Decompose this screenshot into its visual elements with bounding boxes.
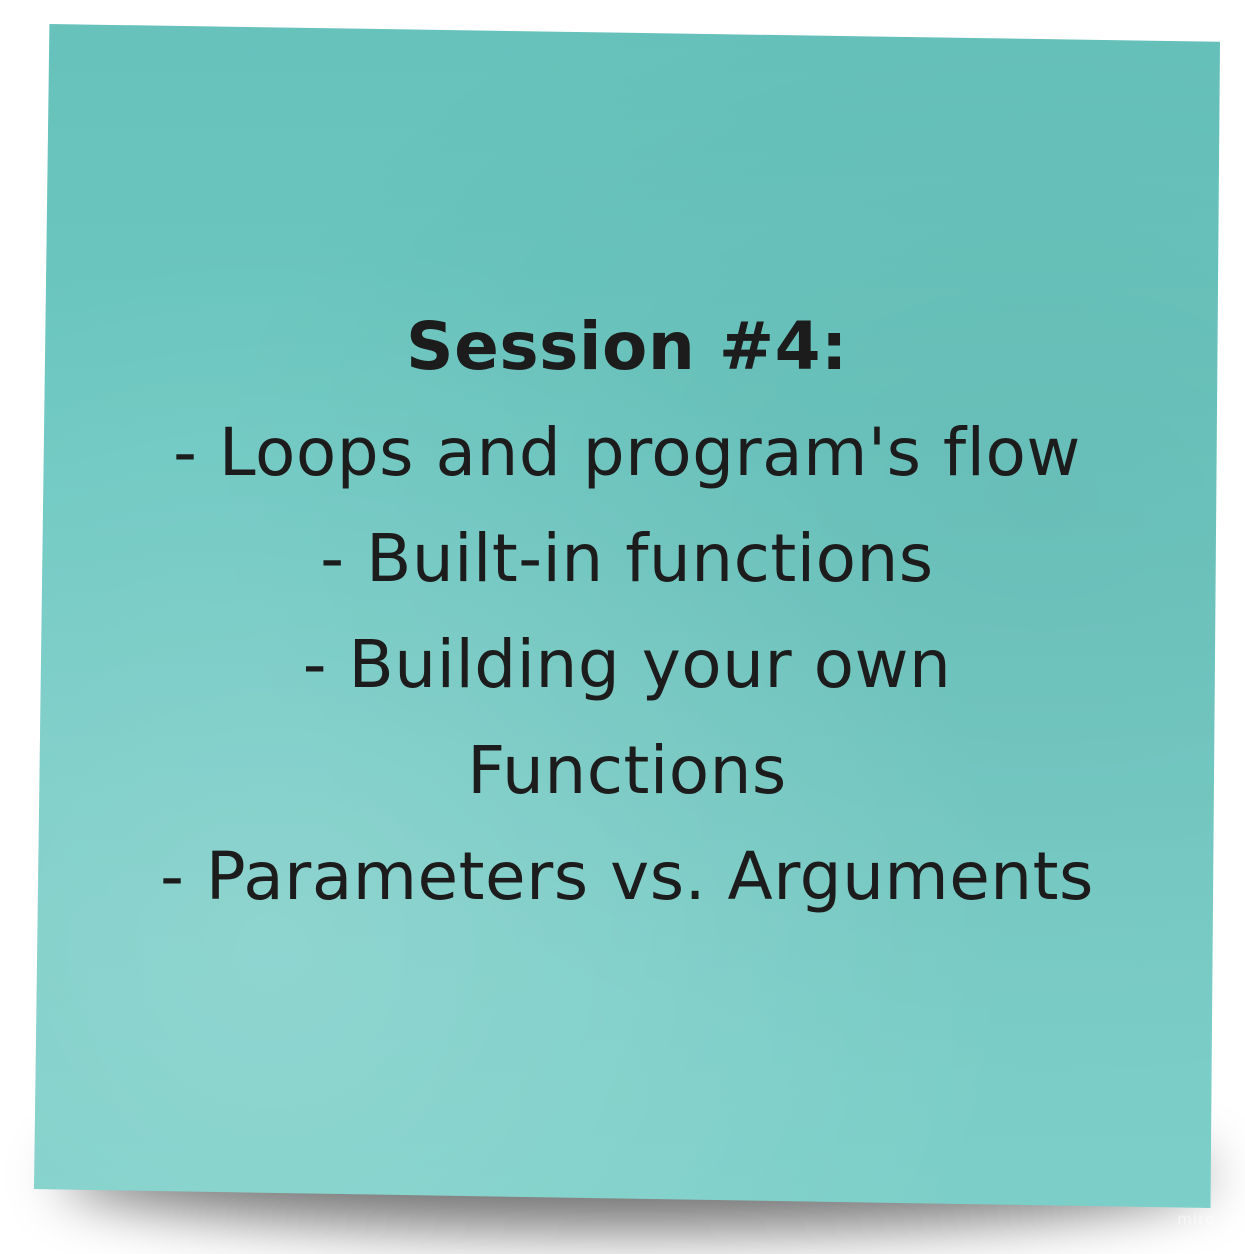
sticky-note-text: Session #4: - Loops and program's flow -… <box>34 294 1220 930</box>
sticky-note[interactable]: Session #4: - Loops and program's flow -… <box>34 24 1220 1208</box>
sticky-note-line: - Building your own <box>302 626 952 703</box>
sticky-note-title: Session #4: <box>406 308 848 385</box>
sticky-note-line: - Built-in functions <box>320 520 934 597</box>
miro-watermark: miro <box>1177 1210 1215 1228</box>
sticky-note-line: - Loops and program's flow <box>173 414 1081 491</box>
sticky-note-line: - Parameters vs. Arguments <box>160 838 1094 915</box>
board-canvas: Session #4: - Loops and program's flow -… <box>0 0 1245 1254</box>
sticky-note-line: Functions <box>467 732 787 809</box>
